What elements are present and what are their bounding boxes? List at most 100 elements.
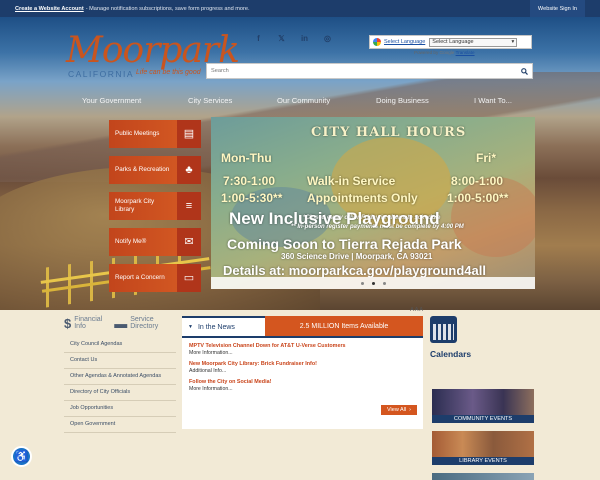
slide-hours-title: CITY HALL HOURS — [311, 125, 467, 140]
link-other-agendas[interactable]: Other Agendas & Annotated Agendas — [64, 369, 176, 385]
view-all-label: View All — [386, 407, 407, 413]
nav-doing-business[interactable]: Doing Business — [376, 96, 429, 105]
link-city-council-agendas[interactable]: City Council Agendas — [64, 337, 176, 353]
logo-wordmark: Moorpark — [66, 30, 240, 71]
books-icon: ≡ — [177, 192, 201, 220]
truck-icon: ▬ — [114, 315, 128, 331]
quick-link-city-library[interactable]: Moorpark City Library ≡ — [109, 192, 201, 220]
slide-pagination — [211, 277, 535, 289]
news-list: MPTV Television Channel Down for AT&T U-… — [182, 338, 423, 402]
community-events-label: COMMUNITY EVENTS — [432, 415, 534, 423]
link-contact-us[interactable]: Contact Us — [64, 353, 176, 369]
next-event-banner[interactable] — [432, 473, 534, 480]
left-link-list: City Council Agendas Contact Us Other Ag… — [64, 337, 176, 433]
slide-day-1: Mon-Thu — [221, 151, 272, 165]
quick-link-report-concern[interactable]: Report a Concern ▭ — [109, 264, 201, 292]
x-twitter-icon[interactable]: 𝕏 — [270, 32, 293, 44]
powered-by-google: Powered by Google Translate — [414, 50, 475, 55]
financial-info-label: Info — [74, 323, 86, 330]
department-shortcuts: $ Financial Info ▬ Service Directory — [64, 316, 158, 330]
community-events-banner[interactable]: COMMUNITY EVENTS — [432, 389, 534, 423]
social-links: f 𝕏 in ◎ — [247, 32, 339, 44]
nav-city-services[interactable]: City Services — [188, 96, 232, 105]
news-more-link[interactable]: More Information... — [189, 350, 416, 357]
financial-info-link[interactable]: $ Financial Info — [64, 316, 102, 330]
tree-icon: ♣ — [177, 156, 201, 184]
dollar-icon: $ — [64, 315, 72, 331]
news-title-link[interactable]: New Moorpark City Library: Brick Fundrai… — [189, 361, 416, 368]
tab-in-the-news[interactable]: ▼ In the News — [182, 316, 265, 336]
slide-details: Details at: moorparkca.gov/playground4al… — [223, 263, 486, 278]
powered-by-label: Powered by — [414, 50, 439, 55]
service-directory-link[interactable]: ▬ Service Directory — [114, 316, 158, 330]
accessibility-icon[interactable]: ♿ — [11, 446, 32, 467]
slide-dot[interactable] — [382, 281, 386, 285]
service-directory-label: Directory — [130, 323, 159, 330]
hero-slideshow[interactable]: CITY HALL HOURS Mon-Thu Fri* 7:30-1:00 W… — [211, 117, 535, 289]
logo-slogan: Life can be this good — [136, 69, 201, 76]
news-title-link[interactable]: Follow the City on Social Media! — [189, 379, 416, 386]
quick-link-parks-recreation[interactable]: Parks & Recreation ♣ — [109, 156, 201, 184]
facebook-icon[interactable]: f — [247, 32, 270, 44]
news-item: MPTV Television Channel Down for AT&T U-… — [189, 343, 416, 357]
slide-dot-active[interactable] — [371, 281, 375, 285]
chevron-down-icon: ▾ — [511, 39, 515, 45]
language-select[interactable]: Select Language ▾ — [429, 37, 518, 47]
chat-icon: ▭ — [177, 264, 201, 292]
city-logo[interactable]: Moorpark CALIFORNIA Life can be this goo… — [66, 30, 240, 83]
search-icon[interactable] — [516, 64, 532, 78]
slide-dot[interactable] — [360, 281, 364, 285]
library-events-banner[interactable]: LIBRARY EVENTS — [432, 431, 534, 465]
chevron-right-icon: › — [409, 407, 411, 413]
language-select-value: Select Language — [432, 39, 474, 45]
google-translate-widget: Select Language Select Language ▾ — [369, 35, 532, 49]
slide-service: Appointments Only — [307, 191, 418, 205]
search-input[interactable]: Search — [211, 68, 229, 74]
quick-link-label: Parks & Recreation — [115, 166, 170, 173]
news-panel: A A A ▼ In the News 2.5 MILLION Items Av… — [182, 307, 423, 429]
quick-link-label: Public Meetings — [115, 130, 160, 137]
service-directory-label: Service — [130, 316, 154, 323]
nav-your-government[interactable]: Your Government — [82, 96, 141, 105]
link-open-government[interactable]: Open Government — [64, 417, 176, 433]
slide-service: Walk-in Service — [307, 174, 396, 188]
tab-label: In the News — [197, 323, 235, 331]
view-all-button[interactable]: View All › — [380, 405, 417, 415]
quick-link-notify-me[interactable]: Notify Me® ✉ — [109, 228, 201, 256]
top-account-bar: Create a Website Account - Manage notifi… — [0, 0, 600, 17]
main-navigation: Your Government City Services Our Commun… — [0, 91, 600, 111]
link-job-opportunities[interactable]: Job Opportunities — [64, 401, 176, 417]
quick-link-label: Report a Concern — [115, 274, 165, 281]
news-more-link[interactable]: More Information... — [189, 386, 416, 393]
calendars-label: Calendars — [430, 349, 472, 359]
tab-items-available[interactable]: 2.5 MILLION Items Available — [265, 316, 423, 336]
quick-link-public-meetings[interactable]: Public Meetings ▤ — [109, 120, 201, 148]
sign-in-button[interactable]: Website Sign In — [529, 0, 585, 17]
slide-time: 8:00-1:00 — [451, 174, 504, 188]
next-event-image — [432, 473, 534, 480]
news-item: Follow the City on Social Media! More In… — [189, 379, 416, 393]
slide-address: 360 Science Drive | Moorpark, CA 93021 — [281, 252, 433, 261]
quick-link-label: Notify Me® — [115, 238, 147, 245]
translate-link[interactable]: Translate — [456, 50, 475, 55]
nav-i-want-to[interactable]: I Want To... — [474, 96, 512, 105]
nav-our-community[interactable]: Our Community — [277, 96, 330, 105]
slide-time: 7:30-1:00 — [223, 174, 276, 188]
library-events-label: LIBRARY EVENTS — [432, 457, 534, 465]
search-bar[interactable]: Search — [206, 63, 533, 79]
linkedin-icon[interactable]: in — [293, 32, 316, 44]
text-resize-controls[interactable]: A A A — [410, 307, 423, 313]
select-language-link[interactable]: Select Language — [384, 39, 425, 45]
instagram-icon[interactable]: ◎ — [316, 32, 339, 44]
google-icon — [373, 38, 381, 46]
slide-subhead: Coming Soon to Tierra Rejada Park — [227, 236, 462, 252]
link-directory-officials[interactable]: Directory of City Officials — [64, 385, 176, 401]
slide-time: 1:00-5:00** — [447, 191, 509, 205]
logo-state: CALIFORNIA — [68, 69, 135, 79]
news-more-link[interactable]: Additional Info... — [189, 368, 416, 375]
news-title-link[interactable]: MPTV Television Channel Down for AT&T U-… — [189, 343, 416, 350]
slide-headline: New Inclusive Playground — [229, 209, 440, 228]
create-account-link[interactable]: Create a Website Account — [15, 6, 84, 12]
envelope-icon: ✉ — [177, 228, 201, 256]
calendars-link[interactable]: Calendars — [430, 316, 471, 359]
